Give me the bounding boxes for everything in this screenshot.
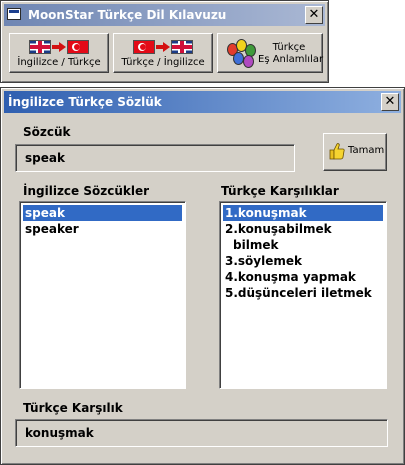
list-item[interactable]: bilmek xyxy=(223,237,383,253)
synonyms-label-line2: Eş Anlamlılar xyxy=(258,54,324,65)
list-item[interactable]: 4.konuşma yapmak xyxy=(223,269,383,285)
balloons-icon xyxy=(227,39,257,71)
dictionary-dialog: İngilizce Türkçe Sözlük ✕ Sözcük speak T… xyxy=(0,87,405,465)
result-label: Türkçe Karşılık xyxy=(23,401,123,415)
uk-flag-icon xyxy=(29,40,51,54)
main-close-button[interactable]: ✕ xyxy=(305,6,323,24)
english-turkish-button[interactable]: İngilizce / Türkçe xyxy=(9,33,109,73)
list-item[interactable]: 1.konuşmak xyxy=(223,205,383,221)
list-item[interactable]: speak xyxy=(23,205,182,221)
list-item[interactable]: 2.konuşabilmek xyxy=(223,221,383,237)
main-window: MoonStar Türkçe Dil Kılavuzu ✕ İngilizce… xyxy=(0,0,329,83)
list-item[interactable]: speaker xyxy=(23,221,182,237)
dialog-close-button[interactable]: ✕ xyxy=(381,93,399,111)
turkish-english-label: Türkçe / İngilizce xyxy=(121,57,205,68)
english-words-label: İngilizce Sözcükler xyxy=(23,184,150,198)
list-item[interactable]: 3.söylemek xyxy=(223,253,383,269)
word-input[interactable]: speak xyxy=(15,144,295,172)
ok-button-label: Tamam xyxy=(348,145,385,156)
ok-button[interactable]: Tamam xyxy=(323,133,387,171)
list-item[interactable]: 5.düşünceleri iletmek xyxy=(223,285,383,301)
thumbs-up-icon xyxy=(329,143,345,160)
app-icon xyxy=(7,8,21,20)
turkish-synonyms-button[interactable]: Türkçe Eş Anlamlılar xyxy=(217,33,323,73)
dialog-titlebar[interactable]: İngilizce Türkçe Sözlük ✕ xyxy=(4,91,401,113)
close-icon: ✕ xyxy=(308,7,320,22)
turkish-meanings-label: Türkçe Karşılıklar xyxy=(221,184,339,198)
arrow-right-icon xyxy=(52,42,66,52)
turkish-english-button[interactable]: Türkçe / İngilizce xyxy=(113,33,213,73)
uk-to-tr-flags-icon xyxy=(29,40,89,54)
close-icon: ✕ xyxy=(384,94,396,109)
dialog-title: İngilizce Türkçe Sözlük xyxy=(8,95,162,109)
main-window-titlebar[interactable]: MoonStar Türkçe Dil Kılavuzu ✕ xyxy=(4,4,325,26)
tr-flag-icon xyxy=(67,40,89,54)
synonyms-label-line1: Türkçe xyxy=(272,42,306,53)
english-words-list[interactable]: speak speaker xyxy=(19,201,186,389)
english-turkish-label: İngilizce / Türkçe xyxy=(17,57,101,68)
arrow-right-icon xyxy=(156,42,170,52)
tr-flag-icon xyxy=(133,40,155,54)
turkish-meanings-list[interactable]: 1.konuşmak 2.konuşabilmek bilmek 3.söylemek… xyxy=(219,201,387,389)
uk-flag-icon xyxy=(171,40,193,54)
result-field: konuşmak xyxy=(15,419,388,447)
word-label: Sözcük xyxy=(23,125,71,139)
tr-to-uk-flags-icon xyxy=(133,40,193,54)
main-window-title: MoonStar Türkçe Dil Kılavuzu xyxy=(28,8,227,22)
